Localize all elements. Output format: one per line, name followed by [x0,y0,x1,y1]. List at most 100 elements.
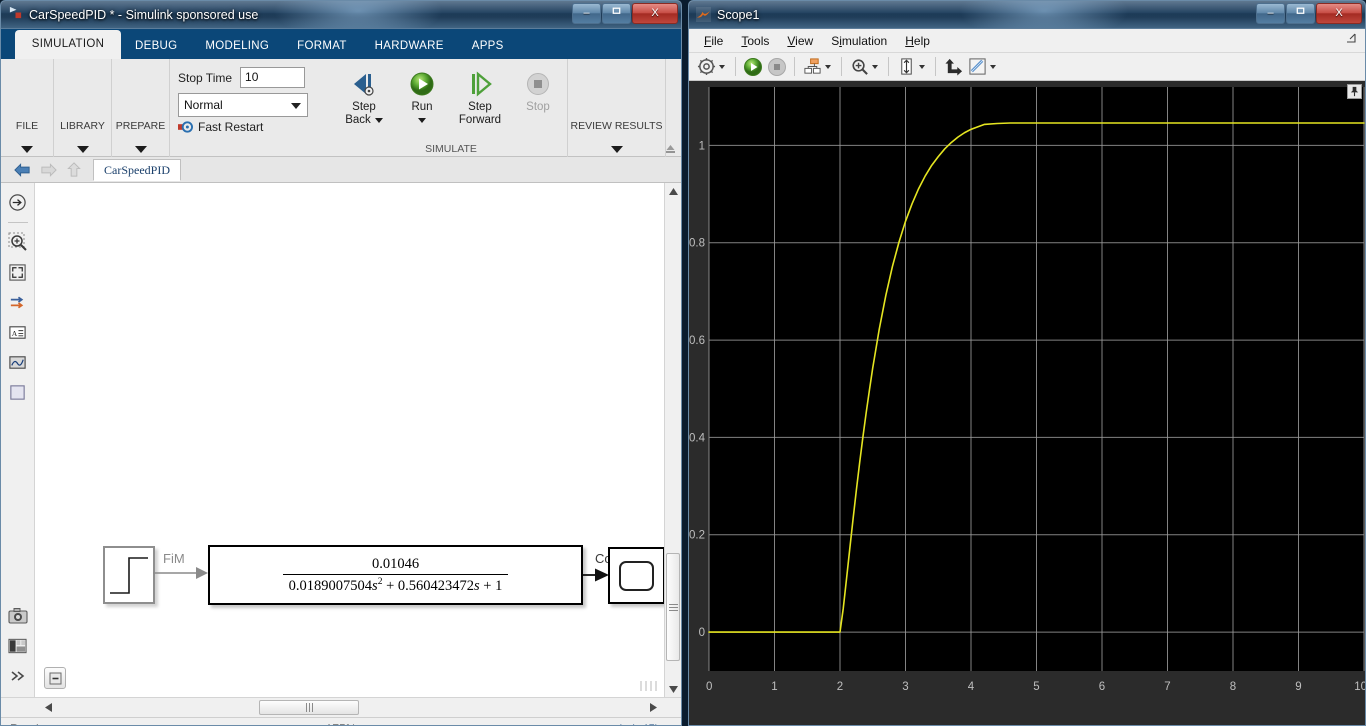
cursor-measurements-icon[interactable] [942,56,964,78]
step-back-button[interactable]: Step Back [335,59,393,141]
scope-block[interactable] [608,547,664,604]
simulate-buttons: Step Back Run Step Forward Stop SIMULATE [335,59,567,157]
menu-view[interactable]: View [778,34,822,48]
breadcrumb-tab-carspeedpid[interactable]: CarSpeedPID [93,158,181,181]
svg-text:6: 6 [1099,681,1105,693]
back-arrow-icon[interactable] [9,159,35,181]
tf-den-b: 0.560423472 [397,578,474,594]
scroll-up-arrow-icon[interactable] [665,183,681,199]
scope-block-glyph [619,560,654,591]
horizontal-scroll-thumb[interactable] [259,700,359,715]
ribbon-group-review-results[interactable]: REVIEW RESULTS [567,59,665,157]
ribbon-group-library[interactable]: LIBRARY [53,59,111,157]
chevron-down-icon[interactable] [418,118,426,123]
transfer-function-block[interactable]: 0.01046 0.0189007504s2 + 0.560423472s + … [208,545,583,605]
autoscale-icon[interactable] [895,56,917,78]
collapse-ribbon-button[interactable] [663,141,677,155]
chevron-down-icon[interactable] [134,146,147,153]
scroll-left-arrow-icon[interactable] [45,699,52,717]
menu-help[interactable]: Help [896,34,939,48]
scroll-down-arrow-icon[interactable] [665,681,681,697]
run-icon[interactable] [742,56,764,78]
group-label-simulate: SIMULATE [425,143,477,155]
vertical-scroll-thumb[interactable] [666,553,680,661]
tf-den-a: 0.0189007504 [288,578,373,594]
configuration-properties-icon[interactable] [695,56,717,78]
chevron-down-icon[interactable] [610,146,623,153]
maximize-button[interactable] [1286,3,1315,24]
tf-den-tail: + 1 [479,578,503,594]
tab-simulation[interactable]: SIMULATION [15,30,121,59]
chevron-down-icon[interactable] [919,64,925,69]
canvas-horizontal-scrollbar[interactable] [1,697,681,717]
status-solver[interactable]: auto(ode45) [594,722,659,726]
tab-format[interactable]: FORMAT [283,33,361,59]
scope-plot-area[interactable]: 00.20.40.60.81012345678910 [689,81,1365,725]
tf-den-plus: + [382,578,398,594]
tf-numerator: 0.01046 [371,555,420,572]
canvas-vertical-scrollbar[interactable] [664,183,681,697]
subsystem-box-icon[interactable] [5,379,31,405]
close-button[interactable]: X [632,3,678,24]
zoom-in-icon[interactable] [848,56,870,78]
svg-text:0.8: 0.8 [689,238,705,250]
close-button[interactable]: X [1316,3,1362,24]
annotation-icon[interactable]: A [5,319,31,345]
chevron-down-icon[interactable] [825,64,831,69]
simulink-titlebar[interactable]: CarSpeedPID * - Simulink sponsored use –… [1,1,681,29]
simulation-mode-value: Normal [184,98,223,112]
tab-apps[interactable]: APPS [458,33,518,59]
scope-titlebar[interactable]: Scope1 – X [689,1,1365,29]
signal-line-input [153,567,208,579]
scope-window: Scope1 – X FFileile Tools View Simulatio… [688,0,1366,726]
open-subsystem-icon[interactable] [5,189,31,215]
step-forward-button[interactable]: Step Forward [451,59,509,141]
model-explorer-icon[interactable] [5,633,31,659]
model-canvas[interactable]: FiM 0.01046 0.0189007504s2 + 0.560423472… [35,183,664,697]
layout-icon[interactable] [801,56,823,78]
chevron-down-icon[interactable] [719,64,725,69]
stop-time-input[interactable]: 10 [240,67,306,88]
run-button[interactable]: Run [393,59,451,141]
simulink-title-text: CarSpeedPID * - Simulink sponsored use [29,7,259,22]
step-block[interactable] [103,546,155,604]
scroll-right-arrow-icon[interactable] [650,699,657,717]
horizontal-scroll-track[interactable] [89,700,653,715]
fast-restart-button[interactable]: Fast Restart [178,120,327,134]
svg-text:0.6: 0.6 [689,335,705,347]
camera-snapshot-icon[interactable] [5,603,31,629]
more-tools-icon[interactable] [5,663,31,689]
menu-tools[interactable]: Tools [732,34,778,48]
fit-to-view-icon[interactable] [5,259,31,285]
scope-viewer-icon[interactable] [5,349,31,375]
menu-simulation[interactable]: Simulation [822,34,896,48]
signal-arrows-icon[interactable] [5,289,31,315]
ribbon-group-prepare[interactable]: PREPARE [111,59,169,157]
chevron-down-icon[interactable] [21,146,33,153]
scroll-grip [305,703,313,712]
tab-hardware[interactable]: HARDWARE [361,33,458,59]
collapse-panel-button[interactable] [44,667,66,689]
group-label-prepare: PREPARE [115,120,166,132]
ribbon-group-file[interactable]: FILE [1,59,53,157]
maximize-button[interactable] [602,3,631,24]
chevron-down-icon[interactable] [872,64,878,69]
screen-root: CarSpeedPID * - Simulink sponsored use –… [0,0,1366,726]
style-icon[interactable] [966,56,988,78]
svg-text:A: A [12,328,18,337]
canvas-corner-marks [640,681,658,691]
ribbon-filler [665,59,681,157]
undock-arrow-icon[interactable] [1346,33,1357,47]
step-back-icon [349,67,379,101]
minimize-button[interactable]: – [572,3,601,24]
chevron-down-icon[interactable] [990,64,996,69]
chevron-down-icon[interactable] [76,146,89,153]
menu-file[interactable]: FFileile [695,34,732,48]
tab-debug[interactable]: DEBUG [121,33,191,59]
tab-modeling[interactable]: MODELING [191,33,283,59]
simulation-mode-select[interactable]: Normal [178,93,308,117]
chevron-down-icon[interactable] [374,118,383,123]
minimize-button[interactable]: – [1256,3,1285,24]
zoom-in-region-icon[interactable] [5,229,31,255]
pin-dock-icon[interactable] [1347,84,1362,99]
